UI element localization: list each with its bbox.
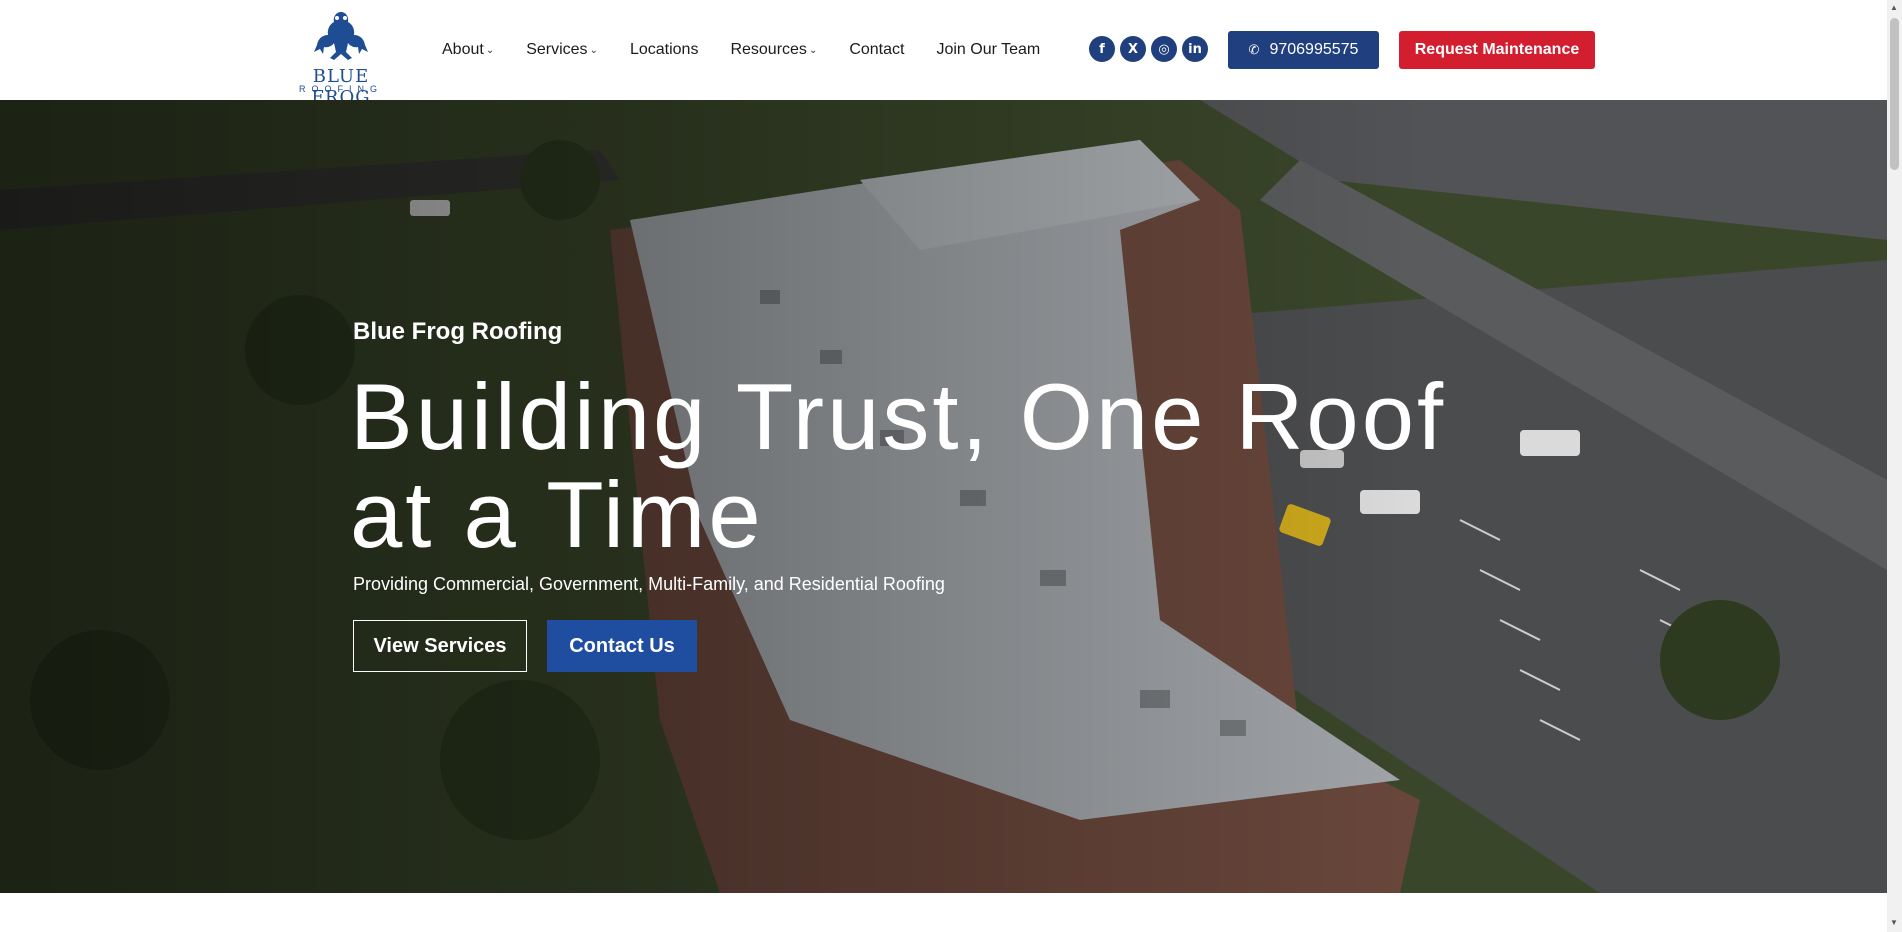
page: BLUE FROG ROOFING About ⌄ Services ⌄ Loc… (0, 0, 1902, 932)
nav-label: Resources (730, 41, 807, 58)
nav-item-about[interactable]: About ⌄ (442, 41, 494, 59)
scrollbar-thumb[interactable] (1890, 18, 1899, 170)
page-scrollbar[interactable]: ▲ ▼ (1887, 0, 1902, 932)
instagram-icon[interactable]: ◎ (1151, 36, 1177, 62)
phone-icon: ✆ (1248, 42, 1260, 57)
frog-logo-icon (314, 12, 368, 60)
linkedin-icon[interactable]: in (1182, 36, 1208, 62)
scroll-up-icon[interactable]: ▲ (1890, 3, 1898, 12)
scroll-down-icon[interactable]: ▼ (1890, 918, 1898, 927)
site-header: BLUE FROG ROOFING About ⌄ Services ⌄ Loc… (0, 0, 1887, 108)
nav-label: Contact (849, 41, 905, 58)
nav-item-locations[interactable]: Locations (630, 41, 699, 59)
nav-label: Join Our Team (936, 41, 1041, 58)
social-links: f X ◎ in (1089, 36, 1213, 62)
chevron-down-icon: ⌄ (485, 44, 495, 56)
chevron-down-icon: ⌄ (589, 44, 598, 56)
contact-us-button[interactable]: Contact Us (547, 620, 697, 672)
logo[interactable]: BLUE FROG ROOFING (292, 8, 390, 108)
phone-button[interactable]: ✆ 9706995575 (1228, 31, 1379, 69)
view-services-button[interactable]: View Services (353, 620, 527, 672)
hero-headline: Building Trust, One Roof at a Time (350, 364, 1447, 567)
phone-number: 9706995575 (1269, 41, 1359, 58)
nav-item-services[interactable]: Services ⌄ (526, 41, 598, 59)
x-icon[interactable]: X (1120, 36, 1146, 62)
hero-eyebrow: Blue Frog Roofing (353, 318, 563, 345)
nav-label: Services (526, 41, 588, 58)
nav-item-join-our-team[interactable]: Join Our Team (936, 41, 1040, 59)
main-nav: About ⌄ Services ⌄ Locations Resources ⌄… (442, 38, 1072, 62)
logo-subtitle: ROOFING (299, 84, 383, 94)
nav-item-contact[interactable]: Contact (849, 41, 904, 59)
chevron-down-icon: ⌄ (808, 44, 818, 56)
hero-section: Blue Frog Roofing Building Trust, One Ro… (0, 100, 1887, 893)
nav-item-resources[interactable]: Resources ⌄ (730, 41, 817, 59)
facebook-icon[interactable]: f (1089, 36, 1115, 62)
nav-label: Locations (629, 41, 699, 58)
hero-subline: Providing Commercial, Government, Multi-… (353, 574, 945, 594)
request-maintenance-button[interactable]: Request Maintenance (1399, 31, 1595, 69)
nav-label: About (442, 41, 484, 58)
